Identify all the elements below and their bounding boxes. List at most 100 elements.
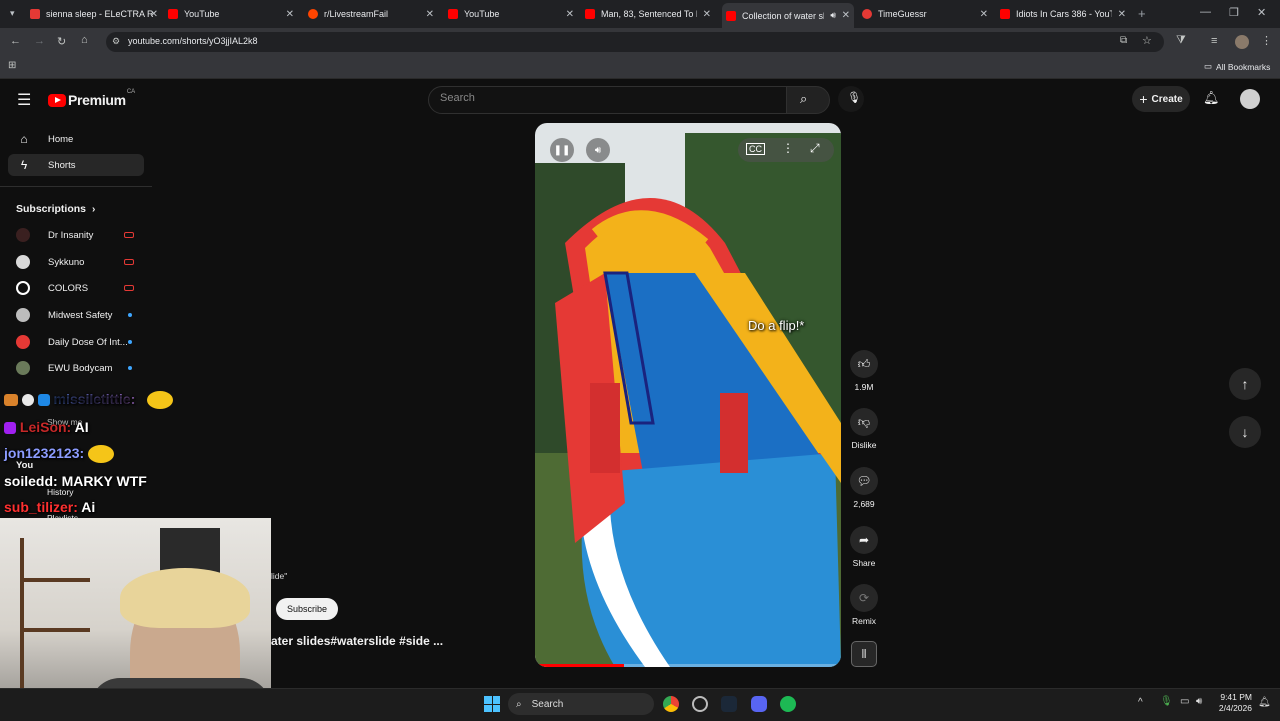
- pause-icon[interactable]: ❚❚: [550, 138, 574, 162]
- browser-tab[interactable]: sienna sleep - ELeCTRA R ✕: [30, 4, 162, 24]
- close-icon[interactable]: ✕: [286, 9, 294, 20]
- waterslide-video-frame: [535, 123, 841, 667]
- search-placeholder: Search: [440, 92, 475, 104]
- sidebar-subscription[interactable]: EWU Bodycam: [16, 358, 132, 378]
- address-bar[interactable]: [106, 32, 1164, 52]
- notifications-bell-icon[interactable]: 🔔︎: [1203, 90, 1220, 106]
- tab-search-icon[interactable]: ▾: [10, 8, 15, 19]
- new-tab-icon[interactable]: +: [1138, 6, 1146, 21]
- install-app-icon[interactable]: ⧉: [1120, 35, 1127, 46]
- tray-overflow-icon[interactable]: ^: [1138, 697, 1143, 708]
- taskbar-search-box[interactable]: ⌕ Search: [508, 693, 654, 715]
- like-button[interactable]: 👍︎ 1.9M: [850, 350, 878, 392]
- browser-tab[interactable]: r/LivestreamFail ✕: [308, 4, 438, 24]
- minimize-icon[interactable]: —: [1200, 6, 1211, 18]
- shorts-video-player[interactable]: [535, 123, 841, 667]
- channel-avatar: [16, 308, 30, 322]
- chat-badge-icon: [37, 394, 50, 407]
- fullscreen-icon[interactable]: ⤢: [810, 141, 820, 156]
- voice-search-button[interactable]: 🎙︎: [838, 86, 864, 112]
- window-close-icon[interactable]: ✕: [1257, 6, 1266, 19]
- streamer-hair: [120, 568, 250, 628]
- media-controls-icon[interactable]: ≡: [1211, 35, 1217, 47]
- subscribe-button[interactable]: Subscribe: [276, 598, 338, 620]
- subscriptions-header[interactable]: Subscriptions ›: [16, 203, 95, 215]
- browser-tab[interactable]: Man, 83, Sentenced To Li ✕: [585, 4, 715, 24]
- short-title[interactable]: ater slides#waterslide #side ...: [271, 634, 443, 648]
- close-icon[interactable]: ✕: [703, 9, 711, 20]
- captions-icon[interactable]: CC: [746, 143, 765, 155]
- previous-short-button[interactable]: ↑: [1229, 368, 1261, 400]
- maximize-icon[interactable]: ❐: [1229, 6, 1239, 19]
- close-icon[interactable]: ✕: [150, 9, 158, 20]
- forward-icon[interactable]: →: [34, 35, 45, 47]
- sidebar-subscription[interactable]: Daily Dose Of Int...: [16, 332, 132, 352]
- browser-tab[interactable]: YouTube ✕: [168, 4, 298, 24]
- sidebar-subscription[interactable]: Midwest Safety: [16, 305, 132, 325]
- back-icon[interactable]: ←: [10, 35, 21, 47]
- close-icon[interactable]: ✕: [1118, 9, 1126, 20]
- notification-center-icon[interactable]: 🔔︎: [1258, 697, 1271, 708]
- all-bookmarks-button[interactable]: ▭ All Bookmarks: [1204, 61, 1270, 72]
- comment-count: 2,689: [853, 499, 875, 509]
- chat-badge-icon: [21, 394, 34, 407]
- windows-start-icon[interactable]: [484, 696, 500, 712]
- shorts-icon: ϟ: [20, 158, 28, 172]
- bookmark-star-icon[interactable]: ☆: [1142, 34, 1152, 47]
- browser-tab[interactable]: TimeGuessr ✕: [862, 4, 992, 24]
- extensions-icon[interactable]: ⧩: [1176, 34, 1186, 47]
- volume-icon[interactable]: 🔊︎: [586, 138, 610, 162]
- home-icon[interactable]: ⌂: [81, 34, 88, 46]
- close-icon[interactable]: ✕: [842, 10, 850, 21]
- search-icon: ⌕: [516, 698, 522, 710]
- hamburger-menu-icon[interactable]: ☰: [17, 90, 31, 110]
- network-icon[interactable]: ▭: [1180, 696, 1189, 707]
- share-button[interactable]: ➦ Share: [850, 526, 878, 568]
- discord-taskbar-icon[interactable]: [751, 696, 767, 712]
- site-info-icon[interactable]: ⚙: [112, 36, 120, 47]
- live-indicator-icon: [124, 259, 134, 265]
- sidebar-item-shorts[interactable]: ϟ Shorts: [8, 154, 144, 176]
- sound-waveform-icon[interactable]: ⫼: [851, 641, 877, 667]
- close-icon[interactable]: ✕: [426, 9, 434, 20]
- sidebar-item-home[interactable]: ⌂ Home: [8, 128, 144, 150]
- spotify-taskbar-icon[interactable]: [780, 696, 796, 712]
- chevron-right-icon: ›: [92, 203, 96, 215]
- close-icon[interactable]: ✕: [980, 9, 988, 20]
- browser-tab[interactable]: YouTube ✕: [448, 4, 578, 24]
- browser-tab[interactable]: Idiots In Cars 386 - YouTu ✕: [1000, 4, 1130, 24]
- settings-taskbar-icon[interactable]: [692, 696, 708, 712]
- channel-name: EWU Bodycam: [48, 362, 113, 374]
- next-short-button[interactable]: ↓: [1229, 416, 1261, 448]
- reload-icon[interactable]: ↻: [57, 35, 66, 48]
- remix-button[interactable]: ⟳ Remix: [850, 584, 878, 626]
- taskbar-clock[interactable]: 9:41 PM 2/4/2026: [1218, 692, 1252, 714]
- account-avatar[interactable]: [1240, 89, 1260, 109]
- chat-text: MARKY WTF: [61, 473, 147, 489]
- microphone-tray-icon[interactable]: 🎙︎: [1160, 696, 1173, 707]
- sidebar-subscription[interactable]: Sykkuno: [16, 252, 134, 272]
- sidebar-subscription[interactable]: COLORS: [16, 278, 134, 298]
- volume-tray-icon[interactable]: 🔊︎: [1196, 696, 1202, 707]
- speaker-icon[interactable]: 🔊︎: [830, 10, 836, 21]
- chat-badge-icon: [4, 422, 16, 435]
- taskbar-search-label: Search: [531, 698, 564, 710]
- chrome-taskbar-icon[interactable]: [663, 696, 679, 712]
- youtube-premium-logo[interactable]: Premium CA: [48, 89, 136, 108]
- logo-country: CA: [126, 89, 136, 95]
- sidebar-subscription[interactable]: Dr Insanity: [16, 225, 134, 245]
- comments-button[interactable]: 💬︎ 2,689: [850, 467, 878, 509]
- search-icon: ⌕: [800, 91, 808, 106]
- search-input[interactable]: [428, 86, 788, 114]
- more-options-icon[interactable]: ⋮: [782, 141, 794, 155]
- create-button[interactable]: + Create: [1132, 86, 1190, 112]
- steam-taskbar-icon[interactable]: [721, 696, 737, 712]
- browser-tab-active[interactable]: Collection of water sli 🔊︎ ✕: [722, 3, 854, 28]
- apps-grid-icon[interactable]: ⊞: [8, 60, 16, 71]
- profile-avatar[interactable]: [1235, 35, 1249, 49]
- chrome-menu-icon[interactable]: ⋮: [1261, 34, 1272, 47]
- dislike-button[interactable]: 👎︎ Dislike: [850, 408, 878, 450]
- search-button[interactable]: ⌕: [786, 86, 830, 114]
- video-progress-track[interactable]: [535, 664, 841, 667]
- close-icon[interactable]: ✕: [566, 9, 574, 20]
